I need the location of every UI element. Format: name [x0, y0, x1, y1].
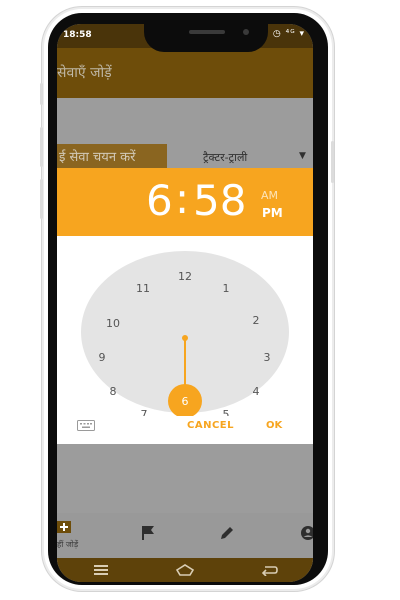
home-icon[interactable] — [175, 564, 195, 576]
clock-number-10[interactable]: 10 — [106, 317, 120, 330]
system-navigation-bar — [57, 558, 313, 582]
clock-number-1[interactable]: 1 — [223, 282, 230, 295]
clock-number-7[interactable]: 7 — [141, 408, 148, 416]
clock-number-9[interactable]: 9 — [99, 351, 106, 364]
speaker — [189, 30, 225, 34]
clock-number-8[interactable]: 8 — [110, 385, 117, 398]
menu-icon[interactable] — [93, 564, 109, 576]
status-time: 18:58 — [63, 30, 92, 40]
camera-notch — [144, 18, 268, 52]
clock-number-3[interactable]: 3 — [264, 351, 271, 364]
hour-display[interactable]: 6 — [146, 176, 173, 225]
profile-icon[interactable] — [300, 525, 313, 541]
app-bar: सेवाएँ जोड़ें — [57, 48, 313, 98]
keyboard-icon[interactable] — [77, 420, 95, 431]
pm-toggle[interactable]: PM — [262, 206, 283, 220]
clock-number-5[interactable]: 5 — [223, 408, 230, 416]
minute-display[interactable]: 58 — [193, 176, 246, 225]
clock-number-12[interactable]: 12 — [178, 270, 192, 283]
nav-label-add[interactable]: हीं जोड़ें — [57, 539, 78, 550]
clock-number-2[interactable]: 2 — [253, 314, 260, 327]
clock-face[interactable]: 12 1 2 3 4 5 6 7 8 9 10 11 — [77, 246, 293, 416]
service-dropdown[interactable]: ट्रैक्टर-ट्राली — [203, 150, 247, 165]
flag-icon[interactable] — [141, 525, 155, 541]
volume-down-button — [40, 179, 43, 219]
ok-button[interactable]: OK — [266, 420, 282, 431]
am-toggle[interactable]: AM — [261, 189, 278, 202]
clock-center — [182, 335, 188, 341]
screen: 18:58 ◷ ⁴ᴳ ▾ सेवाएँ जोड़ें ई सेवा चयन कर… — [57, 24, 313, 582]
power-button — [331, 141, 334, 183]
page-title: सेवाएँ जोड़ें — [57, 65, 112, 81]
phone-frame: 18:58 ◷ ⁴ᴳ ▾ सेवाएँ जोड़ें ई सेवा चयन कर… — [40, 9, 334, 589]
pencil-icon[interactable] — [219, 525, 235, 541]
time-picker-header: 6 : 58 AM PM — [57, 168, 313, 236]
status-icons: ◷ ⁴ᴳ ▾ — [272, 29, 305, 39]
side-button — [40, 83, 43, 105]
back-icon[interactable] — [261, 564, 279, 576]
front-camera — [243, 29, 249, 35]
clock-number-6-selected[interactable]: 6 — [182, 395, 189, 408]
cancel-button[interactable]: CANCEL — [187, 420, 234, 431]
clock-number-11[interactable]: 11 — [136, 282, 150, 295]
dropdown-caret-icon[interactable]: ▼ — [299, 151, 306, 161]
clock-number-4[interactable]: 4 — [253, 385, 260, 398]
volume-up-button — [40, 127, 43, 167]
time-separator: : — [175, 174, 190, 223]
bottom-navigation: हीं जोड़ें — [57, 513, 313, 558]
plus-icon[interactable] — [57, 521, 71, 533]
time-picker-dialog: 6 : 58 AM PM 12 1 2 3 4 5 6 7 8 9 10 11 … — [57, 168, 313, 444]
